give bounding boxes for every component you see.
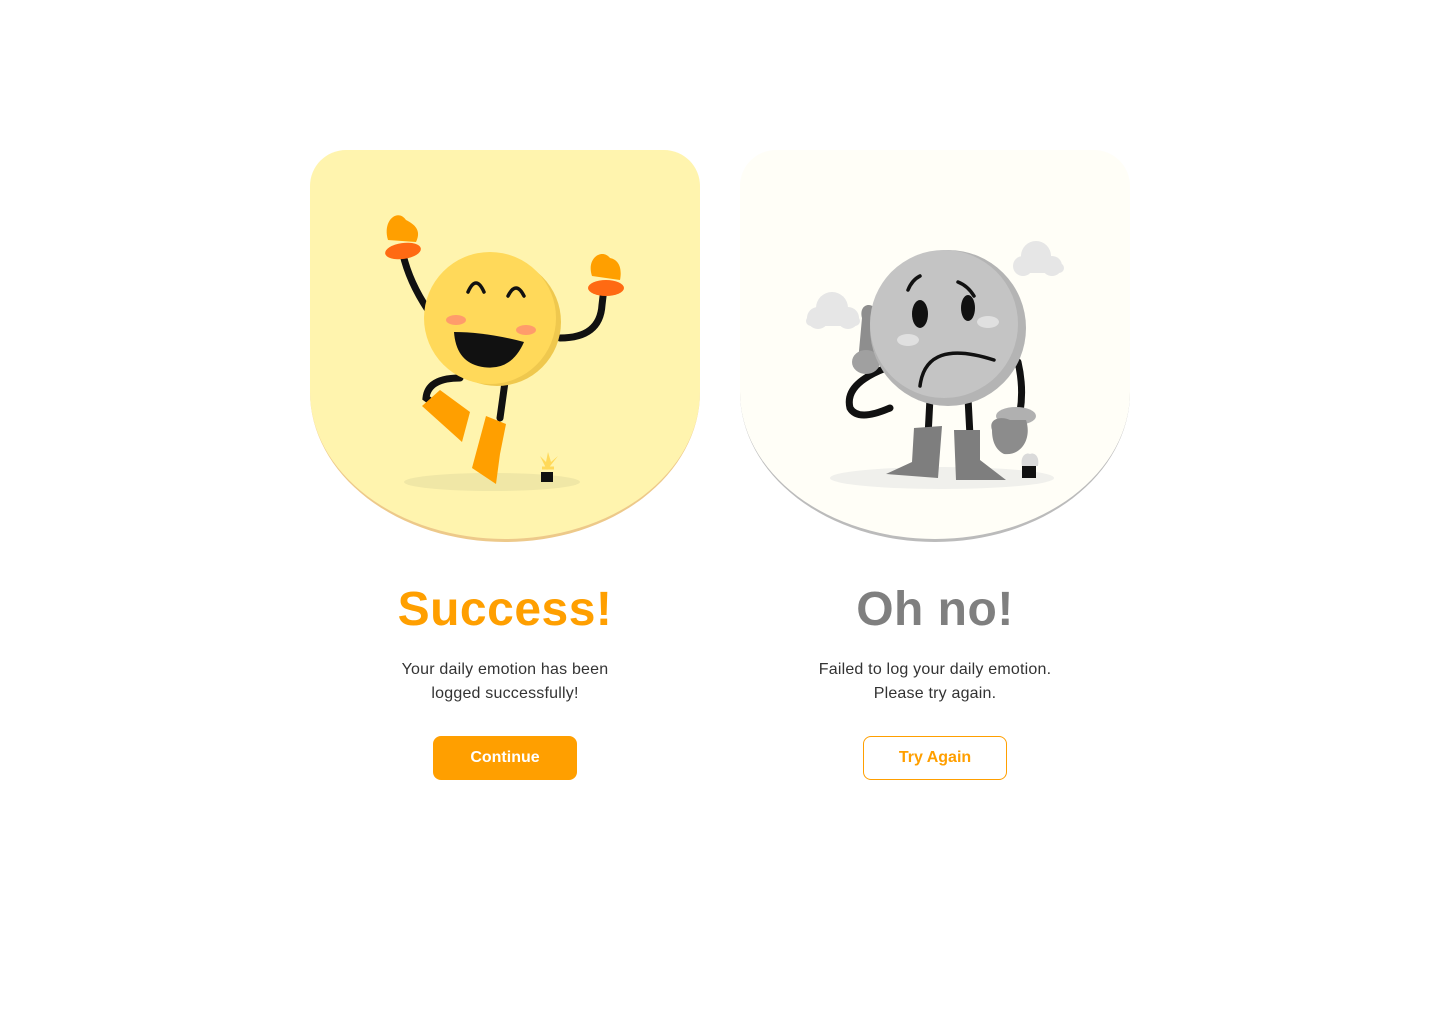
success-title: Success! <box>397 583 613 636</box>
error-title: Oh no! <box>856 583 1014 636</box>
error-illustration-panel <box>740 150 1130 542</box>
success-card: Success! Your daily emotion has been log… <box>310 150 700 780</box>
error-message-line1: Failed to log your daily emotion. <box>818 661 1052 678</box>
try-again-button[interactable]: Try Again <box>863 736 1007 780</box>
error-card: Oh no! Failed to log your daily emotion.… <box>740 150 1130 780</box>
sad-character-icon <box>806 241 1064 489</box>
success-message-line1: Your daily emotion has been <box>401 661 609 678</box>
error-message: Failed to log your daily emotion. Please… <box>740 658 1130 706</box>
cloud-icon <box>806 292 860 329</box>
continue-button[interactable]: Continue <box>433 736 577 780</box>
error-message-line2: Please try again. <box>873 685 997 702</box>
success-illustration-panel <box>310 150 700 542</box>
happy-character-icon <box>385 215 624 491</box>
cloud-icon <box>1013 241 1064 276</box>
success-message-line2: logged successfully! <box>431 685 579 702</box>
success-message: Your daily emotion has been logged succe… <box>310 658 700 706</box>
